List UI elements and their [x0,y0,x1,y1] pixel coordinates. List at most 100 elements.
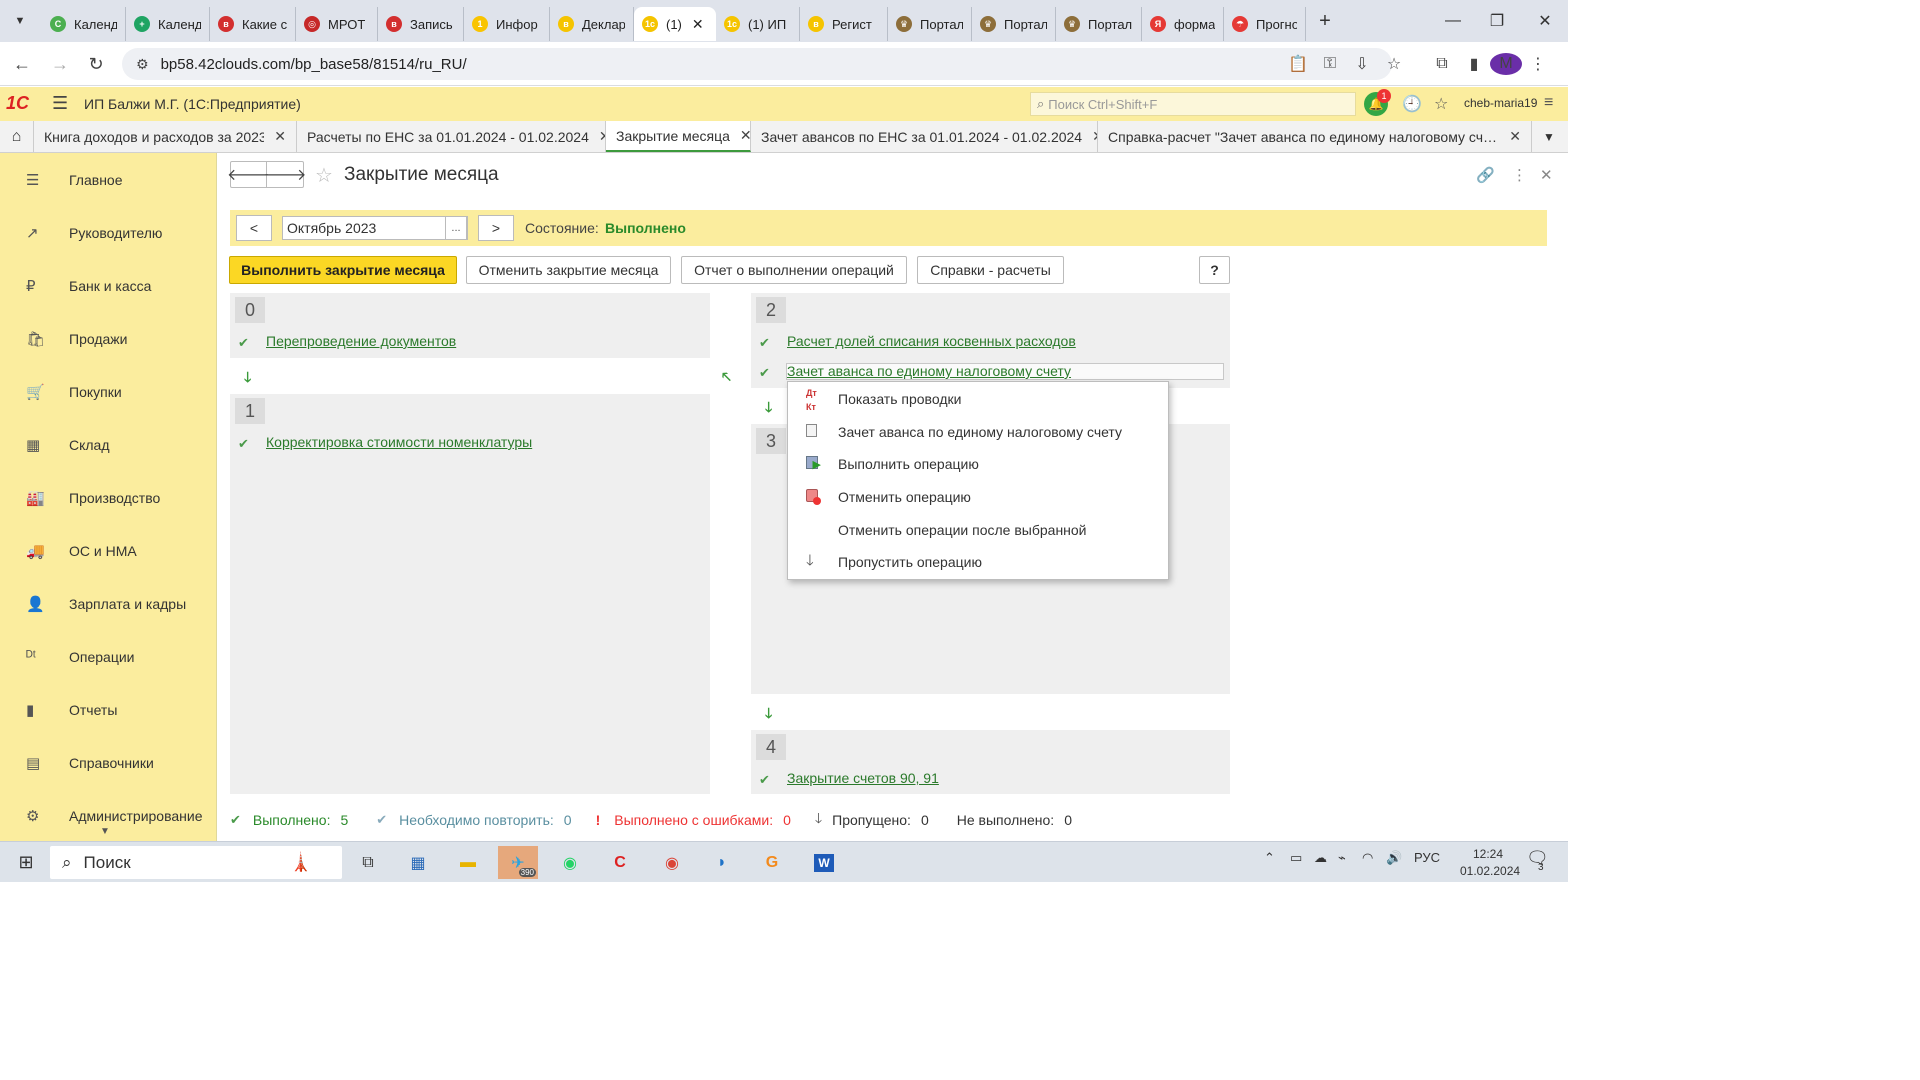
form-close-icon[interactable]: ✕ [1540,166,1553,184]
restore-button[interactable]: ❐ [1474,0,1520,42]
calculator-app[interactable]: ▦ [398,846,438,879]
clock[interactable]: 12:24 01.02.2024 [1460,846,1520,880]
main-menu-button[interactable]: ☰ [52,93,68,114]
edge-app[interactable]: ◗ [702,846,742,879]
menu-item-open-document[interactable]: Зачет аванса по единому налоговому счету [788,416,1168,448]
browser-tab[interactable]: 1c (1) ✕ [634,7,716,41]
browser-tab[interactable]: ☂ Прогно [1224,7,1306,41]
sidebar-item[interactable]: 🛒 Покупки [0,365,216,418]
forward-button[interactable]: → [48,52,72,76]
sidebar-item[interactable]: ₽ Банк и касса [0,259,216,312]
user-name[interactable]: cheb-maria19 [1464,96,1537,110]
settings-menu-icon[interactable]: ≡ [1544,94,1553,112]
minimize-button[interactable]: — [1430,0,1476,42]
close-icon[interactable]: ✕ [599,128,605,145]
browser-tab[interactable]: ◎ МРОТ [296,7,378,41]
reload-button[interactable]: ↻ [84,52,108,76]
operation-link[interactable]: Расчет долей списания косвенных расходов [787,333,1076,349]
browser-tab[interactable]: C Календ [42,7,126,41]
new-tab-button[interactable]: + [1310,6,1340,36]
taskbar-search[interactable]: ⌕ Поиск 🗼 [50,846,342,879]
close-icon[interactable]: ✕ [274,128,286,145]
sidebar-item[interactable]: ↗ Руководителю [0,206,216,259]
url-field[interactable]: ⚙ bp58.42clouds.com/bp_base58/81514/ru_R… [122,48,1392,80]
tab-reference-calc[interactable]: Справка-расчет "Зачет аванса по единому … [1098,121,1532,152]
global-search-input[interactable]: ⌕ Поиск Ctrl+Shift+F [1030,92,1356,116]
language-indicator[interactable]: РУС [1414,850,1440,865]
bookmark-star-icon[interactable]: ☆ [1378,54,1410,74]
explorer-app[interactable]: ▬ [448,846,488,879]
menu-item-run-operation[interactable]: ▶ Выполнить операцию [788,448,1168,480]
menu-item-skip-operation[interactable]: 🡓 Пропустить операцию [788,546,1168,578]
prev-period-button[interactable]: < [236,215,272,241]
meet-icon[interactable]: ▭ [1290,850,1302,866]
menu-item-show-entries[interactable]: Дт Кт Показать проводки [788,383,1168,415]
browser-tab[interactable]: в Деклар [550,7,634,41]
operation-link[interactable]: Перепроведение документов [266,333,456,349]
cancel-month-closing-button[interactable]: Отменить закрытие месяца [466,256,671,284]
history-icon[interactable]: 🕘 [1402,94,1422,114]
browser-tab[interactable]: ♛ Портал [972,7,1056,41]
close-window-button[interactable]: ✕ [1522,0,1568,42]
tab-search-button[interactable]: ▼ [8,9,32,33]
volume-icon[interactable]: 🔊 [1386,850,1402,866]
tab-income-book[interactable]: Книга доходов и расходов за 2023 г. ✕ [34,121,297,152]
form-more-icon[interactable]: ⋮ [1512,166,1527,184]
sidebar-item[interactable]: 👤 Зарплата и кадры [0,577,216,630]
browser-tab[interactable]: в Регист [800,7,888,41]
operation-link[interactable]: Корректировка стоимости номенклатуры [266,434,532,450]
close-tab-icon[interactable]: ✕ [692,16,704,33]
sidebar-item[interactable]: ☰ Главное [0,153,216,206]
task-view-button[interactable]: ⧉ [348,846,388,879]
help-button[interactable]: ? [1199,256,1230,284]
whatsapp-app[interactable]: ◉ [550,846,590,879]
form-forward-button[interactable]: 🡒 [264,162,307,187]
more-menu-icon[interactable]: ⋮ [1522,54,1554,74]
start-button[interactable]: ⊞ [6,846,46,879]
extensions-icon[interactable]: ⧉ [1426,55,1458,73]
favorites-icon[interactable]: ☆ [1434,94,1448,114]
sidebar-item[interactable]: ᴰᵗ Операции [0,630,216,683]
close-icon[interactable]: ✕ [740,127,750,144]
link-icon[interactable]: 🔗 [1476,166,1495,184]
key-icon[interactable]: ⚿ [1314,55,1346,73]
clipboard-icon[interactable]: 📋 [1282,54,1314,74]
browser-tab[interactable]: в Какие с [210,7,296,41]
favorite-star-icon[interactable]: ☆ [315,163,333,188]
operations-report-button[interactable]: Отчет о выполнении операций [681,256,907,284]
browser-tab[interactable]: Яформа [1142,7,1224,41]
next-period-button[interactable]: > [478,215,514,241]
site-settings-icon[interactable]: ⚙ [136,56,149,73]
browser-tab[interactable]: 1c (1) ИП [716,7,800,41]
sidebar-item[interactable]: ▦ Склад [0,418,216,471]
telegram-app[interactable]: ✈ 390 [498,846,538,879]
sidebar-scroll-down[interactable]: ▼ [100,826,110,837]
word-app[interactable]: W [804,846,844,879]
pdf-app[interactable]: G [752,846,792,879]
tab-ens-advances[interactable]: Зачет авансов по ЕНС за 01.01.2024 - 01.… [751,121,1098,152]
close-icon[interactable]: ✕ [1509,128,1521,145]
cloud-icon[interactable]: ☁ [1314,850,1327,866]
menu-item-cancel-operation[interactable]: Отменить операцию [788,481,1168,513]
browser-tab[interactable]: + Календ [126,7,210,41]
browser-tab[interactable]: 1 Инфор [464,7,550,41]
c-app[interactable]: C [600,846,640,879]
profile-button[interactable]: M [1490,53,1522,75]
power-icon[interactable]: ⌁ [1338,850,1346,866]
back-button[interactable]: ← [10,52,34,76]
period-select-button[interactable]: ... [445,216,467,240]
sidebar-item[interactable]: 🛍 Продажи [0,312,216,365]
browser-tab[interactable]: ♛ Портал [1056,7,1142,41]
side-panel-icon[interactable]: ▮ [1458,54,1490,74]
chrome-app[interactable]: ◉ [652,846,692,879]
browser-tab[interactable]: ♛ Портал [888,7,972,41]
menu-item-cancel-after[interactable]: Отменить операции после выбранной [788,514,1168,546]
wifi-icon[interactable]: ◠ [1362,850,1373,866]
tray-expand-icon[interactable]: ⌃ [1264,850,1275,866]
browser-tab[interactable]: в Запись [378,7,464,41]
home-tab[interactable]: ⌂ [0,121,34,152]
run-month-closing-button[interactable]: Выполнить закрытие месяца [229,256,457,284]
period-input[interactable]: Октябрь 2023 [282,216,468,240]
operation-link[interactable]: Зачет аванса по единому налоговому счету [787,363,1071,379]
install-app-icon[interactable]: ⇩ [1346,54,1378,74]
